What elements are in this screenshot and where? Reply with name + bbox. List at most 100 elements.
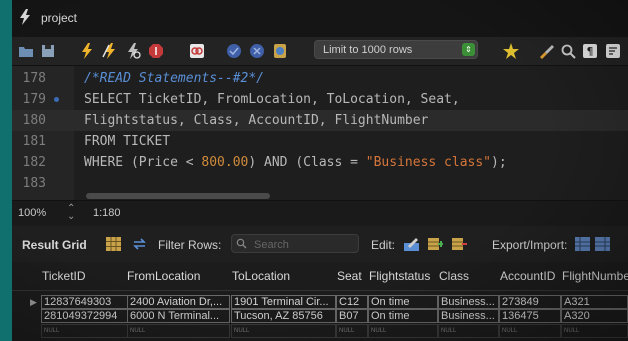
null-cell[interactable]: NULL: [336, 324, 368, 338]
code-segment: );: [491, 155, 507, 170]
table-row[interactable]: ▶ 12837649303 2400 Aviation Dr,... 1901 …: [12, 295, 628, 310]
column-header[interactable]: Seat: [337, 269, 362, 283]
line-number: 181: [22, 134, 46, 149]
line-number: 182: [22, 155, 46, 170]
editor-line: 183: [12, 173, 628, 194]
limit-rows-label: Limit to 1000 rows: [323, 44, 413, 56]
table-cell[interactable]: Business...: [438, 295, 499, 309]
rollback-icon[interactable]: [248, 42, 266, 60]
column-header[interactable]: FromLocation: [127, 269, 200, 283]
workbench-window: project Limit to 1000 rows ⇕ ¶ 178 /*REA…: [12, 0, 628, 341]
find-icon[interactable]: [559, 42, 577, 60]
refresh-icon[interactable]: [132, 237, 147, 251]
svg-text:¶: ¶: [587, 45, 594, 58]
save-icon[interactable]: [39, 42, 57, 60]
null-cell[interactable]: NULL: [438, 324, 499, 338]
line-number: 178: [22, 71, 46, 86]
table-cell[interactable]: 6000 N Terminal...: [127, 309, 230, 323]
statement-marker-dot: [54, 97, 59, 102]
open-folder-icon[interactable]: [17, 42, 35, 60]
editor-line-current: 180 Flightstatus, Class, AccountID, Flig…: [12, 110, 628, 131]
column-header[interactable]: FlightNumbe: [562, 269, 628, 283]
import-icon[interactable]: [595, 237, 610, 251]
table-cell[interactable]: A320: [561, 309, 628, 323]
export-import-label: Export/Import:: [492, 238, 568, 252]
table-cell[interactable]: C12: [336, 295, 368, 309]
grid-view-icon[interactable]: [106, 237, 121, 251]
null-cell[interactable]: NULL: [561, 324, 628, 338]
sql-editor[interactable]: 178 /*READ Statements--#2*/ 179 SELECT T…: [12, 66, 628, 200]
tab-project[interactable]: project: [41, 11, 77, 25]
table-cell[interactable]: 12837649303: [41, 295, 128, 309]
editor-status-bar: 100% ⌃ ⌄ 1:180: [12, 200, 628, 227]
table-cell[interactable]: A321: [561, 295, 628, 309]
insert-row-icon[interactable]: [428, 237, 443, 251]
tab-bar: project: [12, 0, 628, 38]
filter-search-input[interactable]: [252, 236, 356, 253]
zoom-stepper-icon[interactable]: ⌃ ⌄: [67, 204, 75, 222]
code-number: 800.00: [201, 155, 249, 170]
delete-row-icon[interactable]: [452, 237, 467, 251]
brush-icon[interactable]: [537, 42, 555, 60]
table-cell[interactable]: B07: [336, 309, 368, 323]
limit-rows-select[interactable]: Limit to 1000 rows ⇕: [314, 40, 478, 59]
line-number: 179: [22, 92, 46, 107]
table-cell[interactable]: 1901 Terminal Cir...: [231, 295, 336, 309]
horizontal-scrollbar[interactable]: [86, 193, 270, 199]
column-header[interactable]: Flightstatus: [369, 269, 430, 283]
beautify-icon[interactable]: [271, 42, 289, 60]
zoom-level[interactable]: 100%: [18, 207, 46, 219]
code-segment: ) AND (Class =: [248, 155, 366, 170]
null-cell[interactable]: NULL: [368, 324, 438, 338]
result-grid-toolbar: Result Grid Filter Rows: Edit: Export/Im…: [12, 226, 628, 263]
column-header[interactable]: TicketID: [42, 269, 86, 283]
commit-icon[interactable]: [225, 42, 243, 60]
export-icon[interactable]: [575, 237, 590, 251]
toggle-autocommit-icon[interactable]: [188, 42, 206, 60]
edit-label: Edit:: [371, 238, 396, 252]
table-cell[interactable]: 281049372994: [41, 309, 128, 323]
editor-line: 179 SELECT TicketID, FromLocation, ToLoc…: [12, 89, 628, 110]
stop-icon[interactable]: [147, 42, 165, 60]
code-string: "Business class": [365, 155, 492, 170]
code-segment: WHERE (Price <: [84, 155, 202, 170]
null-cell[interactable]: NULL: [499, 324, 561, 338]
lightning-icon: [20, 9, 30, 25]
chevron-updown-icon: ⇕: [462, 43, 475, 56]
code-text: FROM TICKET: [84, 134, 171, 149]
null-cell[interactable]: NULL: [127, 324, 230, 338]
filter-rows-label: Filter Rows:: [158, 238, 222, 252]
table-cell[interactable]: 136475: [499, 309, 561, 323]
bookmark-star-icon[interactable]: [502, 42, 520, 60]
edit-row-icon[interactable]: [404, 237, 419, 251]
execute-current-icon[interactable]: [101, 42, 119, 60]
table-cell[interactable]: Business...: [438, 309, 499, 323]
filter-search-box[interactable]: [231, 234, 359, 253]
table-cell[interactable]: On time: [368, 309, 438, 323]
code-text: SELECT TicketID, FromLocation, ToLocatio…: [84, 92, 460, 107]
null-cell[interactable]: NULL: [41, 324, 128, 338]
table-cell[interactable]: Tucson, AZ 85756: [231, 309, 336, 323]
null-cell[interactable]: NULL: [231, 324, 336, 338]
result-grid[interactable]: TicketID FromLocation ToLocation Seat Fl…: [12, 262, 628, 341]
code-comment: /*READ Statements--#2*/: [84, 71, 265, 86]
line-number: 183: [22, 176, 46, 191]
editor-toolbar: Limit to 1000 rows ⇕ ¶: [12, 37, 628, 66]
table-cell[interactable]: 273849: [499, 295, 561, 309]
execute-icon[interactable]: [78, 42, 96, 60]
invisible-chars-icon[interactable]: ¶: [581, 42, 599, 60]
grid-header: TicketID FromLocation ToLocation Seat Fl…: [12, 262, 628, 291]
table-row-new[interactable]: NULL NULL NULL NULL NULL NULL NULL NULL: [12, 324, 628, 339]
wrap-icon[interactable]: [604, 42, 622, 60]
table-row[interactable]: 281049372994 6000 N Terminal... Tucson, …: [12, 309, 628, 324]
editor-line: 178 /*READ Statements--#2*/: [12, 68, 628, 89]
explain-icon[interactable]: [124, 42, 142, 60]
table-cell[interactable]: On time: [368, 295, 438, 309]
column-header[interactable]: ToLocation: [232, 269, 290, 283]
column-header[interactable]: Class: [439, 269, 469, 283]
editor-line: 181 FROM TICKET: [12, 131, 628, 152]
result-grid-title: Result Grid: [22, 238, 87, 252]
table-cell[interactable]: 2400 Aviation Dr,...: [127, 295, 230, 309]
code-text: WHERE (Price < 800.00) AND (Class = "Bus…: [84, 152, 507, 173]
column-header[interactable]: AccountID: [500, 269, 555, 283]
